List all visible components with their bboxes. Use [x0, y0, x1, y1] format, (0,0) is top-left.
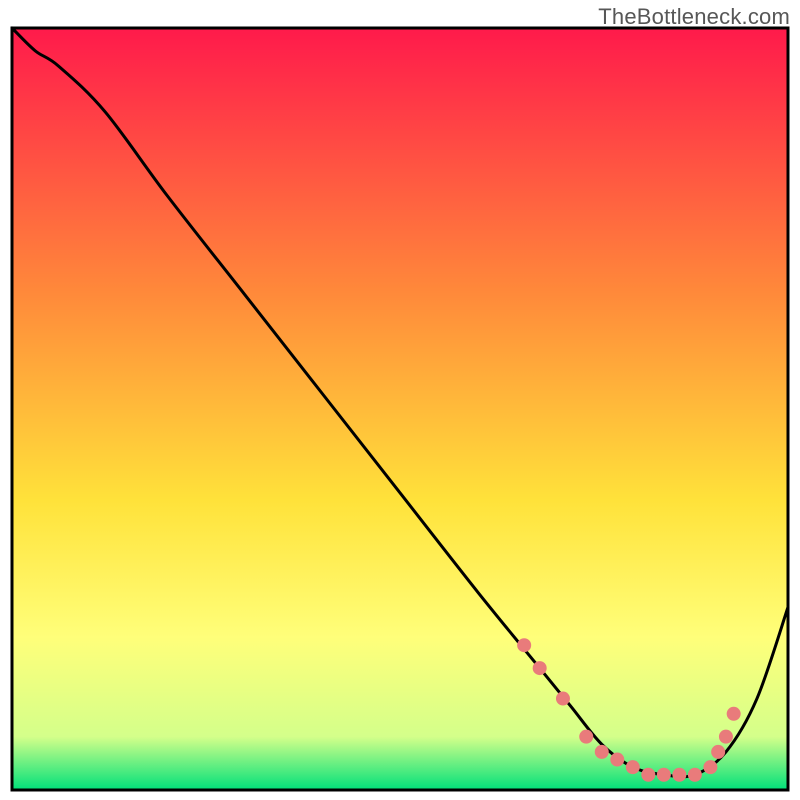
chart-stage: TheBottleneck.com: [0, 0, 800, 800]
data-marker: [703, 760, 717, 774]
data-marker: [727, 707, 741, 721]
data-marker: [719, 730, 733, 744]
data-marker: [626, 760, 640, 774]
data-marker: [595, 745, 609, 759]
data-marker: [711, 745, 725, 759]
data-marker: [641, 768, 655, 782]
data-marker: [517, 638, 531, 652]
bottleneck-chart: [0, 0, 800, 800]
data-marker: [556, 692, 570, 706]
data-marker: [533, 661, 547, 675]
data-marker: [672, 768, 686, 782]
data-marker: [688, 768, 702, 782]
data-marker: [657, 768, 671, 782]
data-marker: [579, 730, 593, 744]
data-marker: [610, 753, 624, 767]
